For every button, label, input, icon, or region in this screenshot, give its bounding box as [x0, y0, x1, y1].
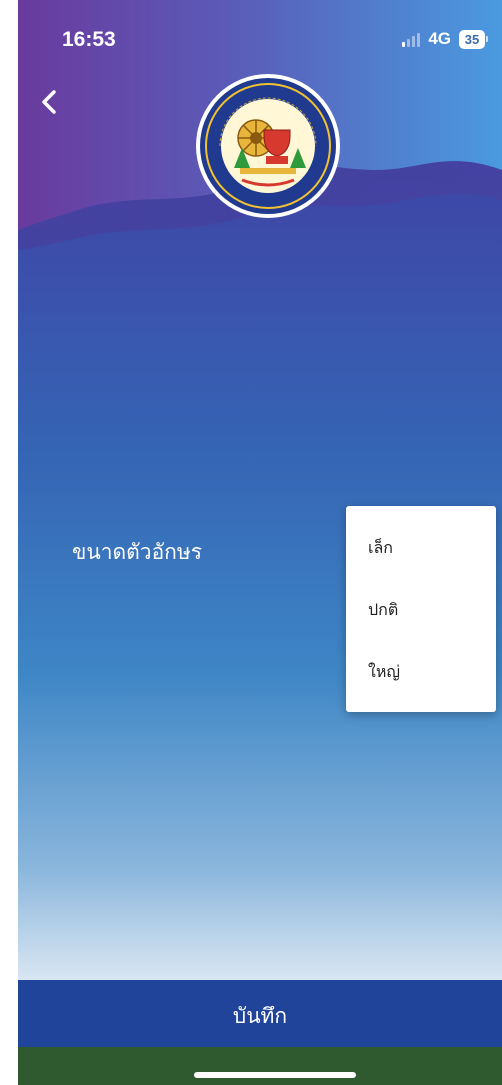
app-screen: 16:53 4G 35 ขนาดตัวอักษร เล็ก ปกติ ใหญ่ …	[18, 0, 502, 1085]
signal-icon	[402, 31, 421, 47]
menu-item-normal-label: ปกติ	[368, 600, 399, 619]
menu-item-small[interactable]: เล็ก	[346, 518, 496, 578]
font-size-dropdown-menu: เล็ก ปกติ ใหญ่	[346, 506, 496, 712]
menu-item-normal[interactable]: ปกติ	[346, 580, 496, 640]
status-indicators: 4G 35	[402, 29, 488, 49]
chevron-left-icon	[42, 90, 56, 114]
menu-item-small-label: เล็ก	[368, 538, 393, 557]
save-button-label: บันทึก	[232, 1004, 288, 1028]
home-indicator[interactable]	[194, 1072, 356, 1078]
menu-item-large[interactable]: ใหญ่	[346, 642, 496, 702]
cooperative-seal-logo-icon	[196, 74, 340, 218]
battery-level: 35	[459, 29, 485, 49]
back-button[interactable]	[32, 84, 68, 120]
network-type: 4G	[428, 29, 451, 48]
menu-item-large-label: ใหญ่	[368, 662, 400, 681]
status-time: 16:53	[62, 28, 116, 51]
battery-icon: 35	[459, 29, 488, 49]
status-bar: 16:53 4G 35	[18, 0, 502, 80]
font-size-label: ขนาดตัวอักษร	[72, 540, 203, 564]
bottom-bar	[18, 1047, 502, 1085]
save-button[interactable]: บันทึก	[18, 980, 502, 1047]
